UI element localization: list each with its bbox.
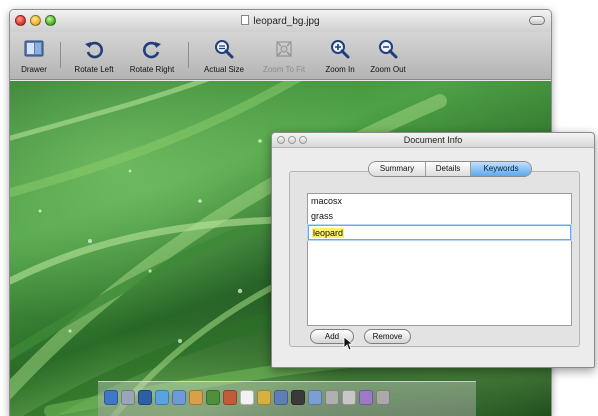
iphoto-icon[interactable] xyxy=(223,390,237,405)
zoom-to-fit-label: Zoom To Fit xyxy=(262,65,306,74)
panel-titlebar[interactable]: Document Info xyxy=(272,133,594,148)
address-book-icon[interactable] xyxy=(189,390,203,405)
rotate-right-button[interactable]: Rotate Right xyxy=(124,38,180,74)
ical-icon[interactable] xyxy=(240,390,254,405)
window-title: leopard_bg.jpg xyxy=(253,16,320,27)
rotate-left-icon xyxy=(85,41,103,59)
system-preferences-icon[interactable] xyxy=(308,390,322,405)
trash-icon[interactable] xyxy=(376,390,390,405)
toolbar-toggle-button[interactable] xyxy=(529,16,545,25)
network-icon[interactable] xyxy=(325,390,339,405)
keywords-list[interactable]: macosx grass leopard xyxy=(307,193,572,326)
actual-size-label: Actual Size xyxy=(203,65,245,74)
keyword-edit-text: leopard xyxy=(312,228,345,238)
document-info-panel: Document Info Summary Details Keywords m… xyxy=(271,132,595,368)
mouse-pointer-icon xyxy=(343,336,353,351)
terminal-icon[interactable] xyxy=(291,390,305,405)
toolbar-separator xyxy=(188,42,189,68)
actual-size-icon xyxy=(215,40,234,59)
mail-icon[interactable] xyxy=(138,390,152,405)
downloads-stack-icon[interactable] xyxy=(359,390,373,405)
drawer-icon xyxy=(24,40,44,57)
zoom-out-button[interactable]: Zoom Out xyxy=(364,38,412,74)
dashboard-icon[interactable] xyxy=(121,390,135,405)
itunes-icon[interactable] xyxy=(206,390,220,405)
dock-icons xyxy=(104,390,390,405)
safari-icon[interactable] xyxy=(155,390,169,405)
zoom-out-icon xyxy=(379,40,398,59)
info-tabs: Summary Details Keywords xyxy=(368,161,532,177)
window-title-wrap: leopard_bg.jpg xyxy=(10,15,551,27)
actual-size-button[interactable]: Actual Size xyxy=(198,38,250,74)
drawer-button[interactable]: Drawer xyxy=(14,38,54,74)
preview-icon[interactable] xyxy=(274,390,288,405)
finder-icon[interactable] xyxy=(104,390,118,405)
dock xyxy=(98,381,476,416)
documents-stack-icon[interactable] xyxy=(342,390,356,405)
zoom-in-button[interactable]: Zoom In xyxy=(318,38,362,74)
zoom-to-fit-icon xyxy=(276,41,292,57)
toolbar-separator xyxy=(60,42,61,68)
tab-details[interactable]: Details xyxy=(426,162,471,176)
rotate-left-label: Rotate Left xyxy=(74,65,114,74)
zoom-in-icon xyxy=(331,40,350,59)
rotate-right-icon xyxy=(143,41,161,59)
document-icon xyxy=(241,15,250,25)
rotate-right-label: Rotate Right xyxy=(129,65,175,74)
window-titlebar[interactable]: leopard_bg.jpg xyxy=(10,10,551,32)
drawer-label: Drawer xyxy=(21,65,47,74)
zoom-to-fit-button[interactable]: Zoom To Fit xyxy=(256,38,312,74)
zoom-out-label: Zoom Out xyxy=(370,65,406,74)
rotate-left-button[interactable]: Rotate Left xyxy=(68,38,120,74)
remove-keyword-button[interactable]: Remove xyxy=(364,329,411,344)
list-item[interactable]: macosx xyxy=(308,194,571,209)
tab-summary[interactable]: Summary xyxy=(369,162,426,176)
tab-keywords[interactable]: Keywords xyxy=(471,162,531,176)
list-item[interactable]: grass xyxy=(308,209,571,224)
zoom-in-label: Zoom In xyxy=(325,65,355,74)
keyword-edit-field[interactable]: leopard xyxy=(308,225,571,240)
pages-icon[interactable] xyxy=(257,390,271,405)
toolbar: Drawer Rotate Left Rotate Right Actual S… xyxy=(10,32,551,80)
panel-title: Document Info xyxy=(403,135,463,145)
ichat-icon[interactable] xyxy=(172,390,186,405)
